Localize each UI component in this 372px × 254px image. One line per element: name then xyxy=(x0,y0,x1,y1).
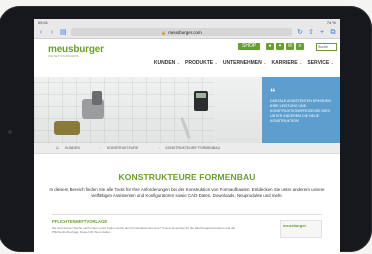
tablet-frame: 09:41 74 % ‹ › ▤ 🔒 meusburger.com ↻ ⇧ + … xyxy=(0,6,372,254)
chevron-down-icon: ⌄ xyxy=(299,60,303,65)
thumb-logo: meusburger xyxy=(283,223,307,228)
hero-banner: “ Digitale Assistenten erhöhen Ihre Leis… xyxy=(34,77,340,143)
mold-pin xyxy=(92,91,102,105)
teaser-text: Sie sind auf der Suche nach einem roten … xyxy=(52,226,236,234)
teaser-thumbnail: meusburger xyxy=(280,220,322,238)
lock-icon: 🔒 xyxy=(161,29,167,35)
url-field[interactable]: 🔒 meusburger.com xyxy=(71,28,292,36)
camera xyxy=(8,130,12,134)
mold-part xyxy=(54,121,80,135)
menu-icon[interactable]: ≡ xyxy=(296,43,304,50)
chevron-down-icon: ⌄ xyxy=(214,60,218,65)
nav-item-service[interactable]: SERVICE ⌄ xyxy=(307,60,334,66)
search-input[interactable]: Suche xyxy=(316,43,337,51)
nav-item-kunden[interactable]: KUNDEN ⌄ xyxy=(154,60,180,66)
forward-icon[interactable]: › xyxy=(49,29,55,36)
chevron-down-icon: ⌄ xyxy=(263,60,267,65)
chevron-down-icon: ⌄ xyxy=(176,60,181,65)
shop-button[interactable]: SHOP xyxy=(238,43,261,50)
home-icon[interactable]: ⌂ xyxy=(56,145,59,151)
intro-text: In diesem Bereich finden Sie alle Tools … xyxy=(49,187,325,199)
user-icon[interactable]: ● xyxy=(266,43,274,50)
mail-icon[interactable]: ✉ xyxy=(286,43,294,50)
tabs-icon[interactable]: ⧉ xyxy=(330,29,336,36)
add-tab-icon[interactable]: + xyxy=(319,29,325,36)
breadcrumb-item[interactable]: KUNDEN › xyxy=(65,146,101,150)
share-icon[interactable]: ⇧ xyxy=(308,29,314,36)
status-battery: 74 % xyxy=(326,20,336,25)
nav-item-karriere[interactable]: KARRIERE ⌄ xyxy=(272,60,303,66)
breadcrumb-current: KONSTRUKTEURE FORMENBAU xyxy=(165,146,221,150)
teaser-card[interactable]: PFLICHTENHEFTVORLAGE Sie sind auf der Su… xyxy=(52,214,322,238)
breadcrumb: ⌂ KUNDEN › KONSTRUKTEURE › KONSTRUKTEURE F… xyxy=(34,143,340,154)
main-nav: KUNDEN ⌄ PRODUKTE ⌄ UNTERNEHMEN ⌄ KARRIE… xyxy=(154,60,334,66)
breadcrumb-item[interactable]: KONSTRUKTEURE › xyxy=(107,146,159,150)
calculator xyxy=(194,91,208,111)
nav-item-produkte[interactable]: PRODUKTE ⌄ xyxy=(185,60,218,66)
reload-icon[interactable]: ↻ xyxy=(297,29,303,36)
teaser-title: PFLICHTENHEFTVORLAGE xyxy=(52,219,108,224)
cart-icon[interactable]: ▾ xyxy=(276,43,284,50)
logo[interactable]: meusburger WE SET STANDARDS. xyxy=(48,44,104,58)
hero-quote-box: “ Digitale Assistenten erhöhen Ihre Leis… xyxy=(262,77,340,143)
reader-icon[interactable]: ▤ xyxy=(60,29,67,36)
site-header: meusburger WE SET STANDARDS. SHOP ● ▾ ✉ … xyxy=(34,39,340,75)
technical-drawing-image xyxy=(34,77,214,143)
hero-text: Digitale Assistenten erhöhen Ihre Leistu… xyxy=(270,99,331,123)
page-title: KONSTRUKTEURE FORMENBAU xyxy=(118,172,256,182)
status-bar: 09:41 74 % xyxy=(34,19,340,26)
quote-icon: “ xyxy=(270,87,276,99)
address-bar: ‹ › ▤ 🔒 meusburger.com ↻ ⇧ + ⧉ xyxy=(34,26,340,39)
url-text: meusburger.com xyxy=(168,29,202,35)
chevron-down-icon: ⌄ xyxy=(330,60,334,65)
utility-icons: ● ▾ ✉ ≡ xyxy=(266,43,304,50)
nav-item-unternehmen[interactable]: UNTERNEHMEN ⌄ xyxy=(223,60,267,66)
pen xyxy=(180,117,191,139)
back-icon[interactable]: ‹ xyxy=(38,29,44,36)
status-time: 09:41 xyxy=(38,20,49,25)
